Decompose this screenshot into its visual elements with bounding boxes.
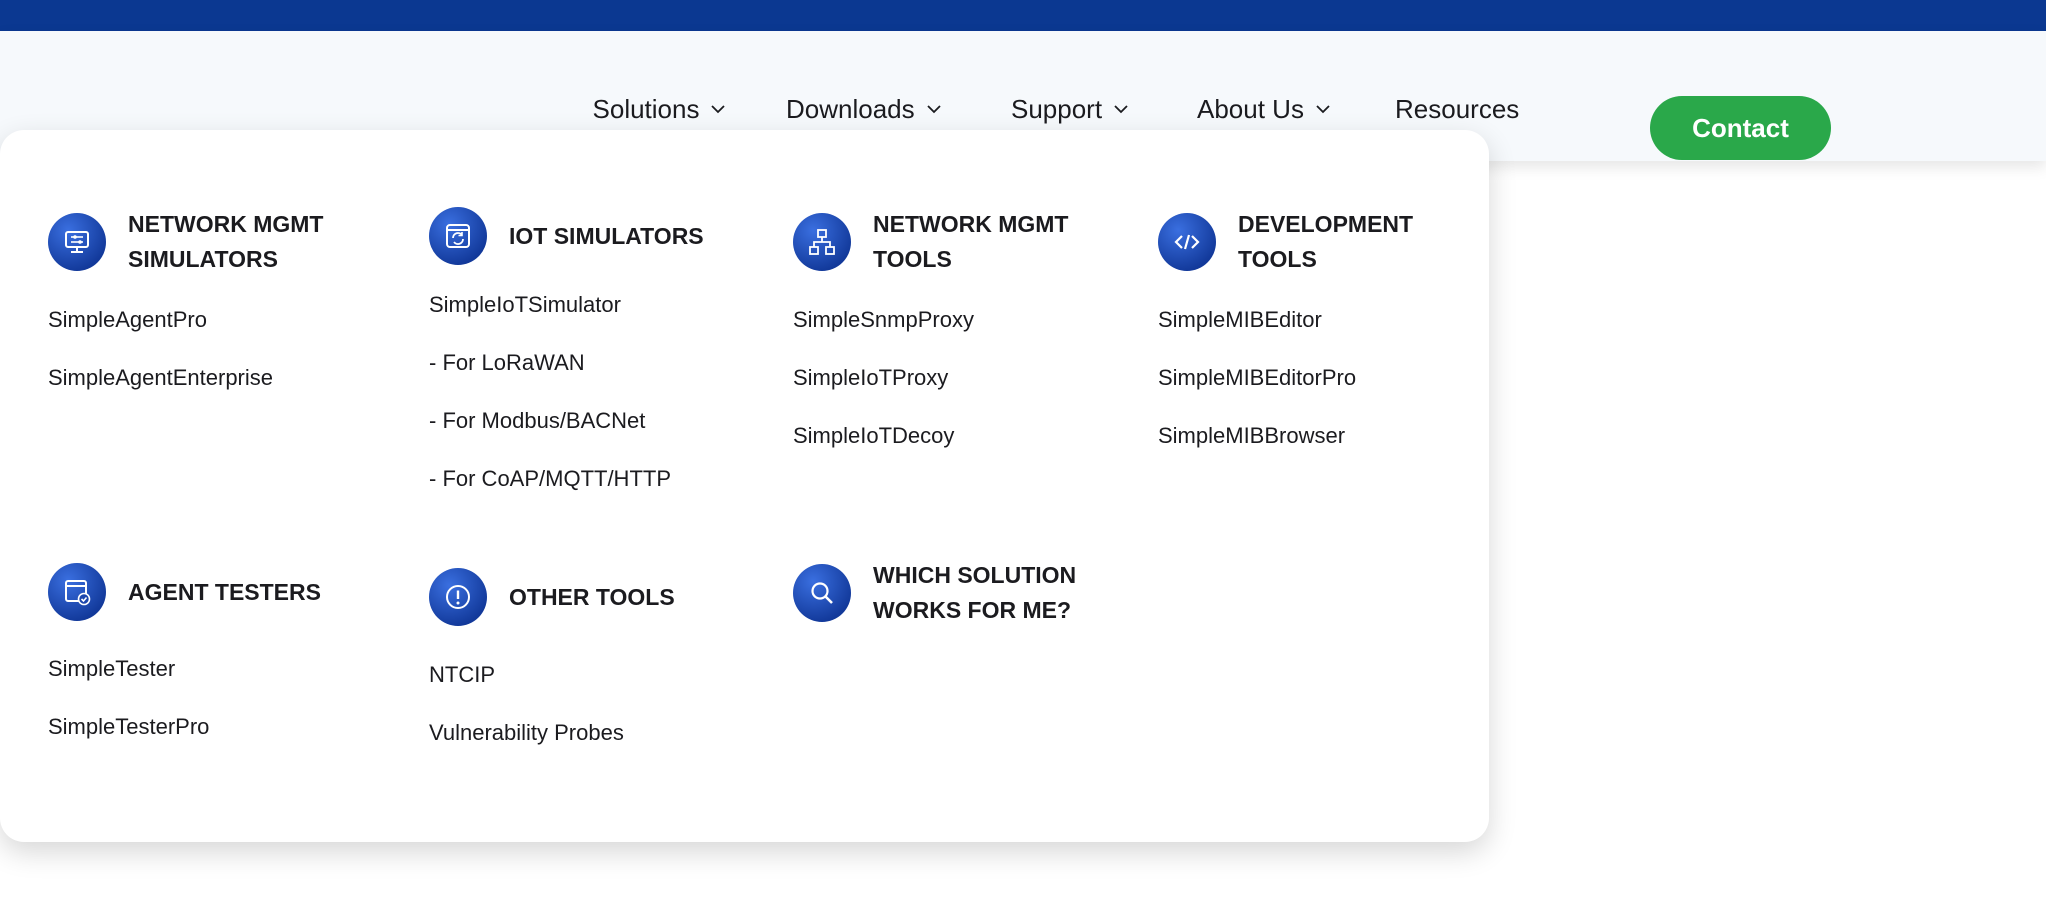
section-title: NETWORK MGMT TOOLS [873,211,1069,272]
section-links: SimpleTester SimpleTesterPro [48,640,321,756]
nav-support-label: Support [1011,93,1103,124]
chevron-down-icon [1316,105,1330,114]
contact-button[interactable]: Contact [1650,96,1831,160]
nav-solutions-label: Solutions [592,93,700,124]
code-icon [1158,213,1216,271]
section-title: IOT SIMULATORS [509,222,704,249]
menu-link-simpletester[interactable]: SimpleTester [48,640,321,698]
section-header[interactable]: NETWORK MGMT TOOLS [793,207,1103,277]
menu-section-network-mgmt-simulators: NETWORK MGMT SIMULATORS SimpleAgentPro S… [48,207,358,407]
nav-downloads[interactable]: Downloads [760,81,969,137]
solutions-dropdown-menu: NETWORK MGMT SIMULATORS SimpleAgentPro S… [0,130,1489,842]
chevron-down-icon [1114,105,1128,114]
section-links: SimpleIoTSimulator - For LoRaWAN - For M… [429,276,704,508]
menu-section-agent-testers: AGENT TESTERS SimpleTester SimpleTesterP… [48,563,321,756]
menu-link-vulnerability-probes[interactable]: Vulnerability Probes [429,704,675,762]
section-title: OTHER TOOLS [509,583,675,610]
section-header[interactable]: AGENT TESTERS [48,563,321,621]
section-links: SimpleAgentPro SimpleAgentEnterprise [48,291,358,407]
section-title: DEVELOPMENT TOOLS [1238,211,1414,272]
chevron-down-icon [711,105,726,114]
menu-section-which-solution: WHICH SOLUTION WORKS FOR ME? [793,558,1113,628]
menu-link-simpleagententerprise[interactable]: SimpleAgentEnterprise [48,349,358,407]
section-links: NTCIP Vulnerability Probes [429,646,675,762]
monitor-settings-icon [48,213,106,271]
menu-link-simpleagentpro[interactable]: SimpleAgentPro [48,291,358,349]
section-title: AGENT TESTERS [128,578,321,605]
nav-solutions[interactable]: Solutions [560,81,760,145]
menu-link-lorawan[interactable]: - For LoRaWAN [429,334,704,392]
chevron-down-icon [927,105,941,114]
menu-section-iot-simulators: IOT SIMULATORS SimpleIoTSimulator - For … [429,207,704,508]
section-header[interactable]: DEVELOPMENT TOOLS [1158,207,1468,277]
menu-link-simpletesterpro[interactable]: SimpleTesterPro [48,698,321,756]
menu-link-coap-mqtt-http[interactable]: - For CoAP/MQTT/HTTP [429,450,704,508]
menu-link-simplesnmpproxy[interactable]: SimpleSnmpProxy [793,291,1103,349]
menu-link-modbus-bacnet[interactable]: - For Modbus/BACNet [429,392,704,450]
search-icon [793,564,851,622]
nav-support[interactable]: Support [985,81,1156,137]
menu-link-simpleiotproxy[interactable]: SimpleIoTProxy [793,349,1103,407]
nav-resources[interactable]: Resources [1369,81,1545,137]
alert-circle-icon [429,568,487,626]
iot-refresh-icon [429,207,487,265]
section-links: SimpleMIBEditor SimpleMIBEditorPro Simpl… [1158,291,1468,465]
menu-link-simplemibeditorpro[interactable]: SimpleMIBEditorPro [1158,349,1468,407]
nav-resources-label: Resources [1395,93,1520,124]
section-title: WHICH SOLUTION WORKS FOR ME? [873,562,1077,623]
section-header[interactable]: NETWORK MGMT SIMULATORS [48,207,358,277]
menu-link-simpleiotdecoy[interactable]: SimpleIoTDecoy [793,407,1103,465]
menu-link-simpleiotsimulator[interactable]: SimpleIoTSimulator [429,276,704,334]
window-check-icon [48,563,106,621]
menu-link-simplemibeditor[interactable]: SimpleMIBEditor [1158,291,1468,349]
nav-about-us[interactable]: About Us [1171,81,1358,137]
section-header[interactable]: IOT SIMULATORS [429,207,704,265]
menu-section-development-tools: DEVELOPMENT TOOLS SimpleMIBEditor Simple… [1158,207,1468,465]
section-links: SimpleSnmpProxy SimpleIoTProxy SimpleIoT… [793,291,1103,465]
network-hierarchy-icon [793,213,851,271]
top-bar [0,0,2046,31]
nav-downloads-label: Downloads [786,93,915,124]
section-header[interactable]: WHICH SOLUTION WORKS FOR ME? [793,558,1113,628]
section-title: NETWORK MGMT SIMULATORS [128,211,324,272]
section-header[interactable]: OTHER TOOLS [429,568,675,626]
menu-link-ntcip[interactable]: NTCIP [429,646,675,704]
menu-link-simplemibbrowser[interactable]: SimpleMIBBrowser [1158,407,1468,465]
menu-section-other-tools: OTHER TOOLS NTCIP Vulnerability Probes [429,568,675,762]
nav-about-us-label: About Us [1197,93,1304,124]
menu-section-network-mgmt-tools: NETWORK MGMT TOOLS SimpleSnmpProxy Simpl… [793,207,1103,465]
